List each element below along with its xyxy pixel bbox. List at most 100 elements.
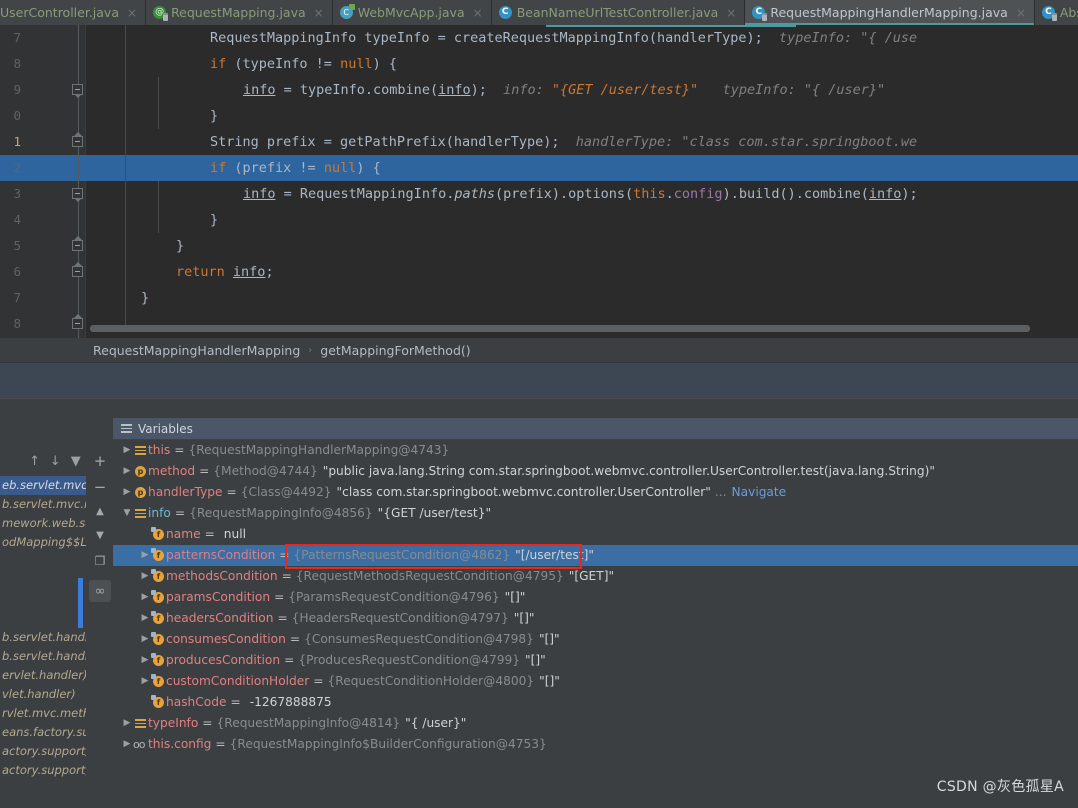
- fold-marker-icon[interactable]: [72, 314, 83, 329]
- variable-row[interactable]: ▶ f patternsCondition = {PatternsRequestCond…: [113, 545, 1078, 566]
- stack-frame-item[interactable]: actory.support,: [0, 761, 86, 780]
- tab-webmvcapp[interactable]: C WebMvcApp.java ×: [332, 0, 492, 25]
- chevron-right-icon[interactable]: ▶: [139, 566, 151, 587]
- field-icon: f: [151, 629, 166, 650]
- fold-marker-icon[interactable]: [72, 236, 83, 251]
- editor-horizontal-scrollbar[interactable]: [90, 325, 1030, 332]
- variable-row[interactable]: ▶ typeInfo = {RequestMappingInfo@4814} "{ /u…: [113, 713, 1078, 734]
- breadcrumb-class[interactable]: RequestMappingHandlerMapping: [93, 343, 300, 358]
- tab-requestmapping[interactable]: @ RequestMapping.java ×: [146, 0, 333, 25]
- variable-row[interactable]: ▶ f methodsCondition = {RequestMethodsReques…: [113, 566, 1078, 587]
- tab-close-icon[interactable]: ×: [726, 7, 736, 19]
- fold-guide-line: [78, 25, 79, 338]
- chevron-right-icon[interactable]: ▶: [121, 461, 133, 482]
- stack-frame-item[interactable]: eans.factory.su: [0, 723, 86, 742]
- chevron-right-icon[interactable]: ▶: [139, 587, 151, 608]
- tab-close-icon[interactable]: ×: [1016, 7, 1026, 19]
- variable-row[interactable]: ▶ p method = {Method@4744} "public java.lang.…: [113, 461, 1078, 482]
- stack-frame-item[interactable]: b.servlet.mvc.m: [0, 495, 86, 514]
- tab-beannameurltestcontroller[interactable]: C BeanNameUrlTestController.java ×: [491, 0, 746, 25]
- variable-row[interactable]: ▼ info = {RequestMappingInfo@4856} "{GET /us…: [113, 503, 1078, 524]
- chevron-right-icon[interactable]: ▶: [121, 713, 133, 734]
- debug-tabs-band: [0, 398, 1078, 419]
- stack-frame-item[interactable]: b.servlet.handl: [0, 628, 86, 647]
- tab-abstracthandler[interactable]: C AbstractHand: [1034, 0, 1078, 25]
- stack-frame-item[interactable]: [0, 552, 86, 571]
- breadcrumb-method[interactable]: getMappingForMethod(): [320, 343, 470, 358]
- chevron-right-icon[interactable]: ▶: [121, 482, 133, 503]
- code-token: createRequestMappingInfo: [453, 30, 649, 46]
- variable-row[interactable]: ▶ p handlerType = {Class@4492} "class com.sta…: [113, 482, 1078, 503]
- add-watch-button[interactable]: +: [89, 450, 111, 472]
- chevron-right-icon[interactable]: ▶: [139, 650, 151, 671]
- frames-list[interactable]: eb.servlet.mvc. b.servlet.mvc.m mework.web…: [0, 476, 86, 780]
- frames-panel: ↑ ↓ ▼ eb.servlet.mvc. b.servlet.mvc.m mewo…: [0, 418, 86, 808]
- tab-close-icon[interactable]: ×: [127, 7, 137, 19]
- stack-frame-item[interactable]: actory.support): [0, 742, 86, 761]
- code-token: }: [176, 238, 185, 254]
- code-token: ) {: [356, 160, 381, 176]
- chevron-right-icon[interactable]: ▶: [139, 671, 151, 692]
- code-token: this: [633, 186, 666, 202]
- variable-row[interactable]: ▶ f producesCondition = {ProducesRequestCond…: [113, 650, 1078, 671]
- variable-reference: {Class@4492}: [240, 485, 332, 499]
- chevron-right-icon[interactable]: ▶: [139, 629, 151, 650]
- stack-frame-item[interactable]: rvlet.mvc.meth: [0, 704, 86, 723]
- equals-sign: =: [174, 506, 186, 520]
- chevron-right-icon[interactable]: ▶: [139, 608, 151, 629]
- copy-value-button[interactable]: ❐: [89, 550, 111, 572]
- chevron-right-icon[interactable]: ▶: [139, 692, 151, 713]
- stack-frame-item[interactable]: [0, 609, 86, 628]
- move-up-button[interactable]: ▲: [89, 500, 111, 522]
- code-editor[interactable]: 7 8 9 0 1 2 3 4 5 6 7 8 RequestMappingInfo typeInfo…: [0, 25, 1078, 338]
- tab-requestmappinghandlermapping[interactable]: C RequestMappingHandlerMapping.java ×: [745, 0, 1035, 25]
- stack-frame-item[interactable]: b.servlet.handl: [0, 647, 86, 666]
- stack-frame-item[interactable]: [0, 590, 86, 609]
- inline-debug-hint: typeInfo: "{ /use: [762, 30, 918, 46]
- stack-frame-item[interactable]: mework.web.se: [0, 514, 86, 533]
- chevron-right-icon[interactable]: ▶: [139, 524, 151, 545]
- variable-row[interactable]: ▶ f paramsCondition = {ParamsRequestConditio…: [113, 587, 1078, 608]
- fold-marker-icon[interactable]: [72, 262, 83, 277]
- chevron-right-icon[interactable]: ▶: [121, 734, 133, 755]
- move-down-button[interactable]: ▼: [89, 524, 111, 546]
- filter-button[interactable]: ▼: [65, 449, 86, 473]
- tab-usercontroller[interactable]: UserController.java ×: [0, 0, 147, 25]
- variable-row[interactable]: ▶ this = {RequestMappingHandlerMapping@4743…: [113, 440, 1078, 461]
- stack-frame-item[interactable]: odMapping$$L: [0, 533, 86, 552]
- chevron-right-icon[interactable]: ▶: [139, 545, 151, 566]
- variable-reference: {RequestConditionHolder@4800}: [327, 674, 535, 688]
- tab-close-icon[interactable]: ×: [314, 7, 324, 19]
- variable-row[interactable]: ▶fhashCode= -1267888875: [113, 692, 1078, 713]
- equals-sign: =: [199, 464, 210, 478]
- variable-row[interactable]: ▶ f customConditionHolder = {RequestConditio…: [113, 671, 1078, 692]
- line-number: 7: [13, 30, 21, 45]
- fold-marker-icon[interactable]: [72, 132, 83, 147]
- code-text-area[interactable]: RequestMappingInfo typeInfo = createRequ…: [86, 25, 1078, 338]
- code-token: }: [210, 212, 219, 228]
- fold-marker-icon[interactable]: [72, 84, 83, 98]
- chevron-down-icon[interactable]: ▼: [121, 503, 133, 524]
- variable-row[interactable]: ▶ f headersCondition = {HeadersRequestCondit…: [113, 608, 1078, 629]
- step-down-button[interactable]: ↓: [45, 449, 66, 473]
- variables-rows[interactable]: ▶ this = {RequestMappingHandlerMapping@4743…: [113, 440, 1078, 755]
- stack-frame-item[interactable]: [0, 571, 86, 590]
- step-up-button[interactable]: ↑: [24, 449, 45, 473]
- variable-row[interactable]: ▶fname= null: [113, 524, 1078, 545]
- tab-close-icon[interactable]: ×: [473, 7, 483, 19]
- code-token: info: [232, 264, 266, 280]
- glasses-icon[interactable]: ∞: [89, 580, 111, 602]
- navigate-link[interactable]: Navigate: [732, 482, 787, 503]
- remove-watch-button[interactable]: −: [89, 476, 111, 498]
- stack-frame-item[interactable]: ervlet.handler): [0, 666, 86, 685]
- variable-row[interactable]: ▶ f consumesCondition = {ConsumesRequestCond…: [113, 629, 1078, 650]
- equals-sign: =: [277, 611, 288, 625]
- chevron-right-icon[interactable]: ▶: [121, 440, 133, 461]
- fold-marker-icon[interactable]: [72, 188, 83, 202]
- frames-scroll-thumb[interactable]: [78, 578, 83, 628]
- stack-frame-item[interactable]: eb.servlet.mvc.: [0, 476, 86, 495]
- variable-value: "[]": [539, 674, 560, 688]
- stack-frame-item[interactable]: vlet.handler): [0, 685, 86, 704]
- variable-reference: {RequestMappingInfo@4814}: [216, 716, 401, 730]
- variable-row[interactable]: ▶ oo this.config = {RequestMappingInfo$Build…: [113, 734, 1078, 755]
